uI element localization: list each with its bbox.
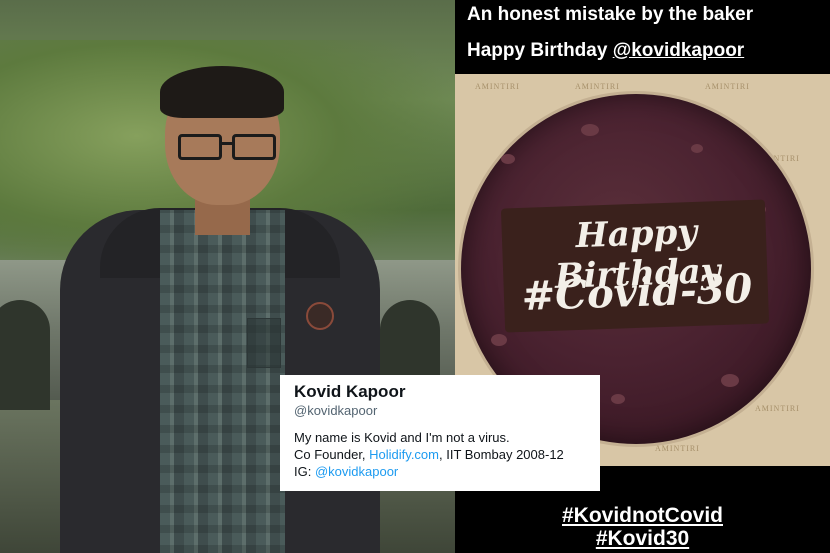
profile-handle: @kovidkapoor bbox=[294, 403, 378, 418]
holidify-link[interactable]: Holidify.com bbox=[369, 447, 439, 462]
jacket-logo bbox=[306, 302, 334, 330]
bio-line2-suffix: , IIT Bombay 2008-12 bbox=[439, 447, 564, 462]
instagram-handle-link[interactable]: @kovidkapoor bbox=[315, 464, 398, 479]
box-brand-text: AMINTIRI bbox=[755, 404, 800, 413]
bio-line2: Co Founder, Holidify.com, IIT Bombay 200… bbox=[294, 446, 586, 463]
bio-line1: My name is Kovid and I'm not a virus. bbox=[294, 430, 510, 445]
story-caption-line1: An honest mistake by the baker bbox=[467, 4, 754, 25]
story-caption-line2: Happy Birthday @kovidkapoor bbox=[467, 40, 827, 62]
hashtag-kovid30[interactable]: #Kovid30 bbox=[455, 527, 830, 551]
caption-prefix: Happy Birthday bbox=[467, 40, 613, 61]
box-brand-text: AMINTIRI bbox=[655, 444, 700, 453]
plaid-shirt bbox=[160, 210, 285, 553]
hashtag-kovidnotcovid[interactable]: #KovidnotCovid bbox=[455, 504, 830, 528]
box-brand-text: AMINTIRI bbox=[705, 82, 750, 91]
mention-link[interactable]: @kovidkapoor bbox=[613, 40, 745, 61]
twitter-profile-card: Kovid Kapoor @kovidkapoor My name is Kov… bbox=[280, 375, 600, 491]
shirt-pocket bbox=[247, 318, 281, 368]
glasses-icon bbox=[178, 134, 276, 160]
box-brand-text: AMINTIRI bbox=[475, 82, 520, 91]
bio-line3: IG: @kovidkapoor bbox=[294, 463, 586, 480]
profile-name: Kovid Kapoor bbox=[294, 382, 406, 401]
box-brand-text: AMINTIRI bbox=[575, 82, 620, 91]
bio-line2-prefix: Co Founder, bbox=[294, 447, 370, 462]
hair bbox=[160, 66, 284, 118]
bridge-arch bbox=[0, 300, 50, 410]
plaque-text-line2: #Covid-30 bbox=[520, 264, 754, 321]
profile-bio: My name is Kovid and I'm not a virus. Co… bbox=[294, 429, 586, 480]
bio-line3-prefix: IG: bbox=[294, 464, 315, 479]
